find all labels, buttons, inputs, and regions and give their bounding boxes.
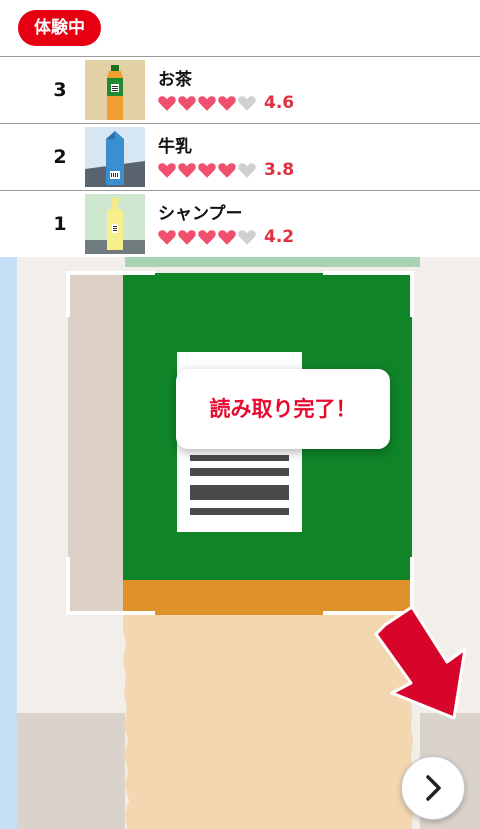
heart-full-icon xyxy=(178,95,196,111)
next-button[interactable] xyxy=(401,756,465,820)
product-name: お茶 xyxy=(158,70,192,90)
list-item[interactable]: 2 牛乳 3.8 xyxy=(0,124,480,191)
heart-full-icon xyxy=(218,95,236,111)
heart-full-icon xyxy=(178,229,196,245)
product-name: シャンプー xyxy=(158,204,243,224)
heart-full-icon xyxy=(158,95,176,111)
heart-full-icon xyxy=(198,162,216,178)
heart-full-icon xyxy=(198,229,216,245)
rank-number: 1 xyxy=(53,213,67,235)
heart-full-icon xyxy=(158,162,176,178)
heart-empty-icon xyxy=(238,162,256,178)
rating-hearts: 4.6 xyxy=(158,92,294,114)
heart-empty-icon xyxy=(238,95,256,111)
header-bar: 体験中 xyxy=(0,0,480,57)
chevron-right-icon xyxy=(426,775,441,801)
heart-full-icon xyxy=(218,229,236,245)
rating-hearts: 3.8 xyxy=(158,159,294,181)
product-name: 牛乳 xyxy=(158,137,192,157)
rating-hearts: 4.2 xyxy=(158,226,294,248)
camera-view xyxy=(0,257,480,829)
scan-complete-message: 読み取り完了！ xyxy=(176,369,390,449)
rating-score: 3.8 xyxy=(264,160,295,180)
rating-score: 4.6 xyxy=(264,93,295,113)
trial-badge: 体験中 xyxy=(18,10,101,46)
list-item[interactable]: 3 お茶 4.6 xyxy=(0,57,480,124)
shampoo-bottle-icon xyxy=(85,194,145,254)
heart-full-icon xyxy=(178,162,196,178)
heart-empty-icon xyxy=(238,229,256,245)
milk-carton-icon xyxy=(85,127,145,187)
rating-score: 4.2 xyxy=(264,227,295,247)
list-item[interactable]: 1 シャンプー 4.2 xyxy=(0,191,480,258)
rank-number: 3 xyxy=(53,79,67,101)
heart-full-icon xyxy=(198,95,216,111)
tea-bottle-icon xyxy=(85,60,145,120)
product-ranking-list: 3 お茶 4.6 2 牛乳 3.8 1 シャンプー 4.2 xyxy=(0,57,480,258)
heart-full-icon xyxy=(158,229,176,245)
rank-number: 2 xyxy=(53,146,67,168)
heart-full-icon xyxy=(218,162,236,178)
